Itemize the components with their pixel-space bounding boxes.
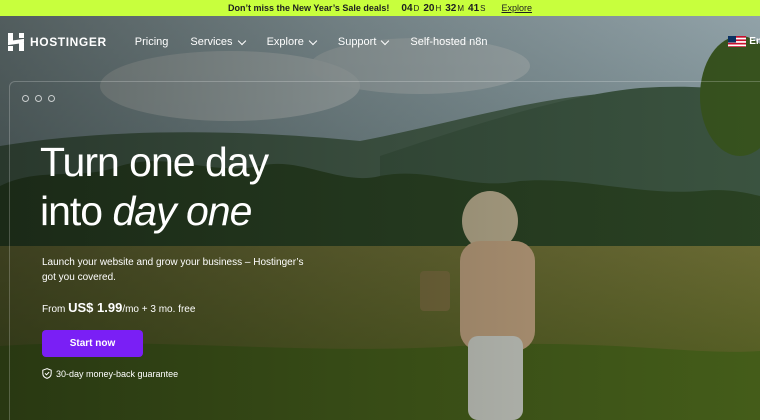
nav-item-label: Pricing (134, 36, 169, 48)
countdown-hours: 20 H (423, 2, 442, 14)
nav-item-label: Support (337, 36, 377, 48)
nav-item-label: Self-hosted n8n (410, 36, 488, 48)
countdown-minutes: 32 M (445, 2, 465, 14)
promo-bar: Don’t miss the New Year’s Sale deals! 04… (0, 0, 760, 16)
guarantee-label: 30-day money-back guarantee (56, 368, 179, 379)
chevron-down-icon (237, 36, 246, 45)
hero-subtitle: Launch your website and grow your busine… (42, 257, 304, 283)
price-prefix: From (42, 304, 69, 315)
headline-line-2-italic: day one (112, 188, 253, 234)
language-label: En (749, 35, 760, 47)
headline-line-1: Turn one day (40, 139, 269, 185)
countdown-seconds: 41 S (468, 2, 486, 14)
shield-icon (42, 368, 52, 379)
window-dot (22, 95, 29, 102)
us-flag-icon (728, 35, 747, 47)
nav-item-label: Explore (266, 36, 304, 48)
hostinger-logo-text: HOSTINGER (30, 35, 107, 49)
money-back-guarantee: 30-day money-back guarantee (42, 368, 178, 379)
hero-price: From US$ 1.99/mo + 3 mo. free (42, 300, 195, 315)
window-dot (35, 95, 42, 102)
window-dots (22, 95, 55, 102)
chevron-down-icon (308, 36, 318, 45)
nav-menu: Pricing Services Explore Support Self-ho… (135, 36, 510, 48)
nav-item-label: Services (190, 36, 233, 48)
promo-message: Don’t miss the New Year’s Sale deals! (228, 3, 390, 13)
headline-line-2-plain: into (40, 188, 113, 234)
promo-explore-link[interactable]: Explore (501, 3, 532, 13)
nav-item-pricing[interactable]: Pricing (135, 36, 169, 48)
countdown-days: 04 D (401, 2, 420, 14)
promo-countdown: 04 D 20 H 32 M 41 S (401, 3, 485, 14)
hostinger-logo-icon (8, 33, 24, 51)
price-amount: US$ 1.99 (68, 300, 123, 315)
language-selector[interactable]: En (728, 35, 760, 47)
nav-item-explore[interactable]: Explore (266, 36, 318, 48)
window-dot (48, 95, 55, 102)
hostinger-logo[interactable]: HOSTINGER (8, 33, 107, 51)
nav-item-self-hosted-n8n[interactable]: Self-hosted n8n (410, 36, 487, 48)
chevron-down-icon (381, 36, 390, 45)
nav-item-services[interactable]: Services (190, 36, 246, 48)
start-now-button[interactable]: Start now (42, 330, 143, 357)
price-suffix: /mo + 3 mo. free (122, 304, 196, 315)
main-navigation: HOSTINGER Pricing Services Explore Suppo… (0, 16, 760, 68)
hero-headline: Turn one day into day one (40, 138, 269, 236)
nav-item-support[interactable]: Support (337, 36, 390, 48)
